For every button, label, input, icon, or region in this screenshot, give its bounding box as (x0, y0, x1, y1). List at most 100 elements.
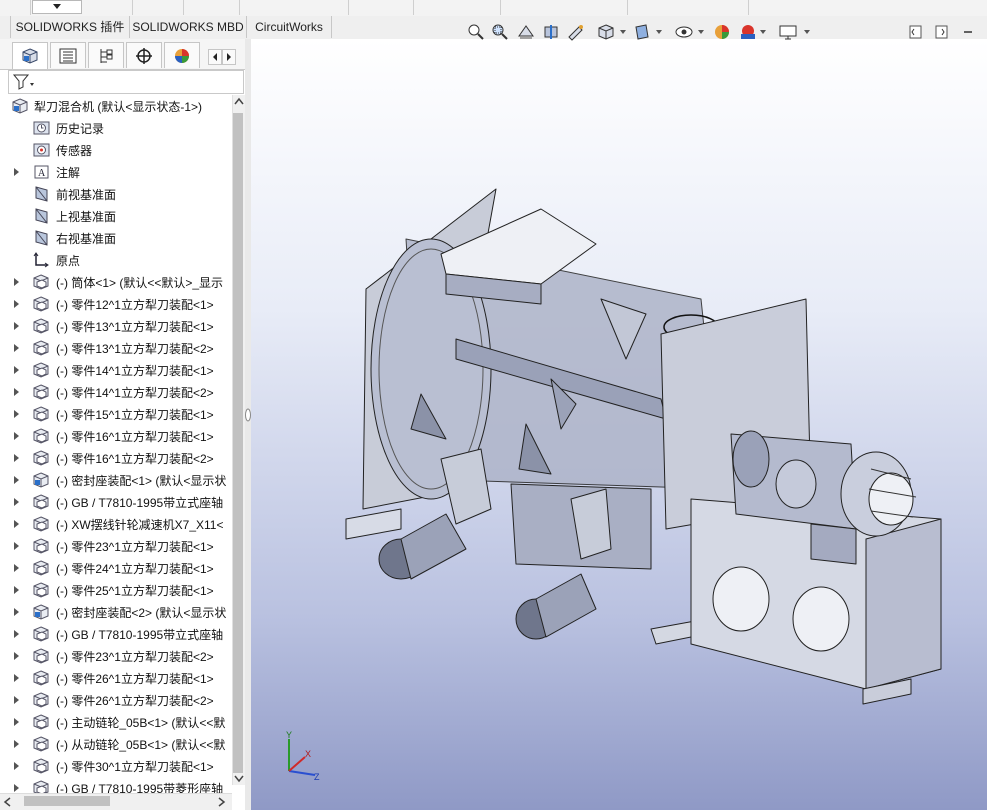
expand-arrow-icon[interactable] (14, 410, 19, 418)
part-icon (33, 406, 50, 422)
tree-item[interactable]: (-) 密封座装配<2> (默认<显示状 (0, 601, 232, 623)
toolbar-dropdown[interactable] (32, 0, 82, 14)
dimxpert-icon (136, 47, 152, 64)
expand-arrow-icon[interactable] (14, 300, 19, 308)
expand-arrow-icon[interactable] (14, 498, 19, 506)
expand-arrow-icon[interactable] (14, 388, 19, 396)
tree-item[interactable]: (-) 零件24^1立方犁刀装配<1> (0, 557, 232, 579)
tree-item[interactable]: 上视基准面 (0, 205, 232, 227)
expand-arrow-icon[interactable] (14, 278, 19, 286)
tree-item[interactable]: (-) 零件16^1立方犁刀装配<1> (0, 425, 232, 447)
tabs-scroll-left[interactable] (208, 49, 222, 65)
part-icon (33, 296, 50, 312)
tree-item[interactable]: (-) 零件13^1立方犁刀装配<2> (0, 337, 232, 359)
tree-item[interactable]: (-) 零件14^1立方犁刀装配<2> (0, 381, 232, 403)
tab-dimxpert[interactable] (126, 42, 162, 68)
tree-item[interactable]: (-) 零件13^1立方犁刀装配<1> (0, 315, 232, 337)
minimize-icon[interactable] (958, 22, 978, 42)
section-view-icon[interactable] (542, 22, 562, 42)
expand-arrow-icon[interactable] (14, 740, 19, 748)
expand-arrow-icon[interactable] (14, 696, 19, 704)
tab-circuitworks[interactable]: CircuitWorks (247, 16, 332, 38)
tree-item[interactable]: (-) 从动链轮_05B<1> (默认<<默 (0, 733, 232, 755)
chevron-down-icon[interactable] (698, 30, 704, 34)
expand-arrow-icon[interactable] (14, 520, 19, 528)
tree-item[interactable]: (-) GB / T7810-1995带立式座轴 (0, 491, 232, 513)
tree-item[interactable]: (-) 零件26^1立方犁刀装配<1> (0, 667, 232, 689)
tab-configuration-manager[interactable] (88, 42, 124, 68)
tree-item[interactable]: 传感器 (0, 139, 232, 161)
expand-arrow-icon[interactable] (14, 476, 19, 484)
tree-item[interactable]: (-) 零件30^1立方犁刀装配<1> (0, 755, 232, 777)
chevron-down-icon[interactable] (760, 30, 766, 34)
chevron-down-icon[interactable] (620, 30, 626, 34)
graphics-viewport[interactable]: Y X Z (251, 39, 987, 810)
tree-item[interactable]: 原点 (0, 249, 232, 271)
tab-display-manager[interactable] (164, 42, 200, 68)
part-icon (33, 428, 50, 444)
hide-show-icon[interactable] (674, 22, 694, 42)
tree-item-label: (-) 密封座装配<1> (默认<显示状 (56, 474, 227, 488)
tree-item[interactable]: (-) 密封座装配<1> (默认<显示状 (0, 469, 232, 491)
expand-arrow-icon[interactable] (14, 454, 19, 462)
expand-arrow-icon[interactable] (14, 168, 19, 176)
zoom-area-icon[interactable] (490, 22, 510, 42)
part-icon (33, 648, 50, 664)
dynamic-annotation-icon[interactable] (566, 22, 586, 42)
tree-item[interactable]: (-) 零件23^1立方犁刀装配<1> (0, 535, 232, 557)
tree-item[interactable]: A 注解 (0, 161, 232, 183)
tree-item[interactable]: (-) 零件26^1立方犁刀装配<2> (0, 689, 232, 711)
apply-scene-icon[interactable] (738, 22, 758, 42)
tree-item[interactable]: (-) 零件23^1立方犁刀装配<2> (0, 645, 232, 667)
tree-item[interactable]: (-) 零件15^1立方犁刀装配<1> (0, 403, 232, 425)
tree-item[interactable]: (-) 零件14^1立方犁刀装配<1> (0, 359, 232, 381)
tree-item[interactable]: 前视基准面 (0, 183, 232, 205)
tab-feature-manager[interactable] (12, 42, 48, 69)
tab-solidworks-addins[interactable]: SOLIDWORKS 插件 (11, 16, 130, 38)
edit-appearance-icon[interactable] (712, 22, 732, 42)
part-icon (33, 560, 50, 576)
part-icon (33, 318, 50, 334)
expand-arrow-icon[interactable] (14, 322, 19, 330)
feature-tree: 犁刀混合机 (默认<显示状态-1>) 历史记录 传感器 A 注解 前视基准面 上视基准面 右视… (0, 95, 232, 795)
expand-arrow-icon[interactable] (14, 564, 19, 572)
vertical-scroll-thumb[interactable] (233, 113, 243, 773)
expand-arrow-icon[interactable] (14, 762, 19, 770)
tree-filter-field[interactable] (8, 70, 244, 94)
display-style-icon[interactable] (632, 22, 652, 42)
split-right-icon[interactable] (932, 22, 952, 42)
tree-item[interactable]: (-) 筒体<1> (默认<<默认>_显示 (0, 271, 232, 293)
previous-view-icon[interactable] (516, 22, 536, 42)
tree-item[interactable]: 右视基准面 (0, 227, 232, 249)
tree-item[interactable]: 历史记录 (0, 117, 232, 139)
chevron-down-icon[interactable] (804, 30, 810, 34)
tree-item-label: 注解 (56, 166, 81, 180)
tab-solidworks-mbd[interactable]: SOLIDWORKS MBD (130, 16, 247, 38)
expand-arrow-icon[interactable] (14, 674, 19, 682)
expand-arrow-icon[interactable] (14, 344, 19, 352)
chevron-down-icon[interactable] (656, 30, 662, 34)
tree-item[interactable]: (-) GB / T7810-1995带立式座轴 (0, 623, 232, 645)
view-orientation-icon[interactable] (596, 22, 616, 42)
horizontal-scroll-thumb[interactable] (24, 796, 110, 806)
expand-arrow-icon[interactable] (14, 608, 19, 616)
split-left-icon[interactable] (906, 22, 926, 42)
tree-item[interactable]: (-) 主动链轮_05B<1> (默认<<默 (0, 711, 232, 733)
expand-arrow-icon[interactable] (14, 652, 19, 660)
tab-property-manager[interactable] (50, 42, 86, 68)
expand-arrow-icon[interactable] (14, 784, 19, 792)
view-settings-icon[interactable] (778, 22, 798, 42)
expand-arrow-icon[interactable] (14, 586, 19, 594)
tree-item[interactable]: (-) XW摆线针轮减速机X7_X11< (0, 513, 232, 535)
tree-item[interactable]: (-) 零件12^1立方犁刀装配<1> (0, 293, 232, 315)
tree-item[interactable]: (-) 零件25^1立方犁刀装配<1> (0, 579, 232, 601)
tree-root-assembly[interactable]: 犁刀混合机 (默认<显示状态-1>) (0, 95, 232, 117)
expand-arrow-icon[interactable] (14, 432, 19, 440)
expand-arrow-icon[interactable] (14, 366, 19, 374)
tabs-scroll-right[interactable] (222, 49, 236, 65)
expand-arrow-icon[interactable] (14, 542, 19, 550)
tree-item[interactable]: (-) 零件16^1立方犁刀装配<2> (0, 447, 232, 469)
expand-arrow-icon[interactable] (14, 718, 19, 726)
zoom-to-fit-icon[interactable] (466, 22, 486, 42)
expand-arrow-icon[interactable] (14, 630, 19, 638)
